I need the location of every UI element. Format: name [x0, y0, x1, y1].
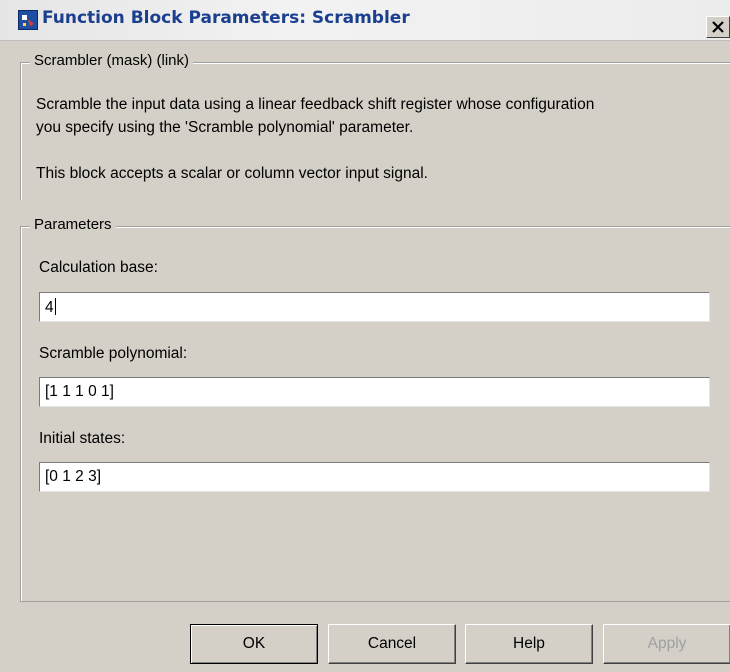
scramble-polynomial-value: [1 1 1 0 1]	[45, 383, 114, 400]
initial-states-input[interactable]: [0 1 2 3]	[39, 462, 710, 492]
scramble-polynomial-input[interactable]: [1 1 1 0 1]	[39, 377, 710, 407]
description-line-1: Scramble the input data using a linear f…	[36, 96, 595, 113]
help-button[interactable]: Help	[465, 624, 593, 664]
description-line-3: This block accepts a scalar or column ve…	[36, 165, 428, 182]
initial-states-label: Initial states:	[39, 430, 126, 447]
initial-states-value: [0 1 2 3]	[45, 468, 102, 485]
cancel-button[interactable]: Cancel	[328, 624, 456, 664]
apply-button: Apply	[603, 624, 730, 664]
scramble-polynomial-label: Scramble polynomial:	[39, 345, 188, 362]
title-bar[interactable]: Function Block Parameters: Scrambler	[0, 0, 730, 41]
parameters-group	[20, 226, 730, 602]
close-button[interactable]	[706, 16, 730, 38]
dialog-window: Function Block Parameters: Scrambler Scr…	[0, 0, 730, 672]
description-line-2: you specify using the 'Scramble polynomi…	[36, 119, 414, 136]
ok-button[interactable]: OK	[190, 624, 318, 664]
calculation-base-value: 4	[45, 299, 54, 316]
parameters-group-legend: Parameters	[30, 216, 116, 233]
text-caret	[54, 298, 56, 315]
calculation-base-input[interactable]: 4	[39, 292, 710, 322]
mask-group-legend: Scrambler (mask) (link)	[30, 52, 194, 69]
window-title: Function Block Parameters: Scrambler	[42, 8, 410, 28]
calculation-base-label: Calculation base:	[39, 259, 158, 276]
close-icon	[712, 21, 724, 33]
simulink-block-icon	[18, 10, 38, 30]
